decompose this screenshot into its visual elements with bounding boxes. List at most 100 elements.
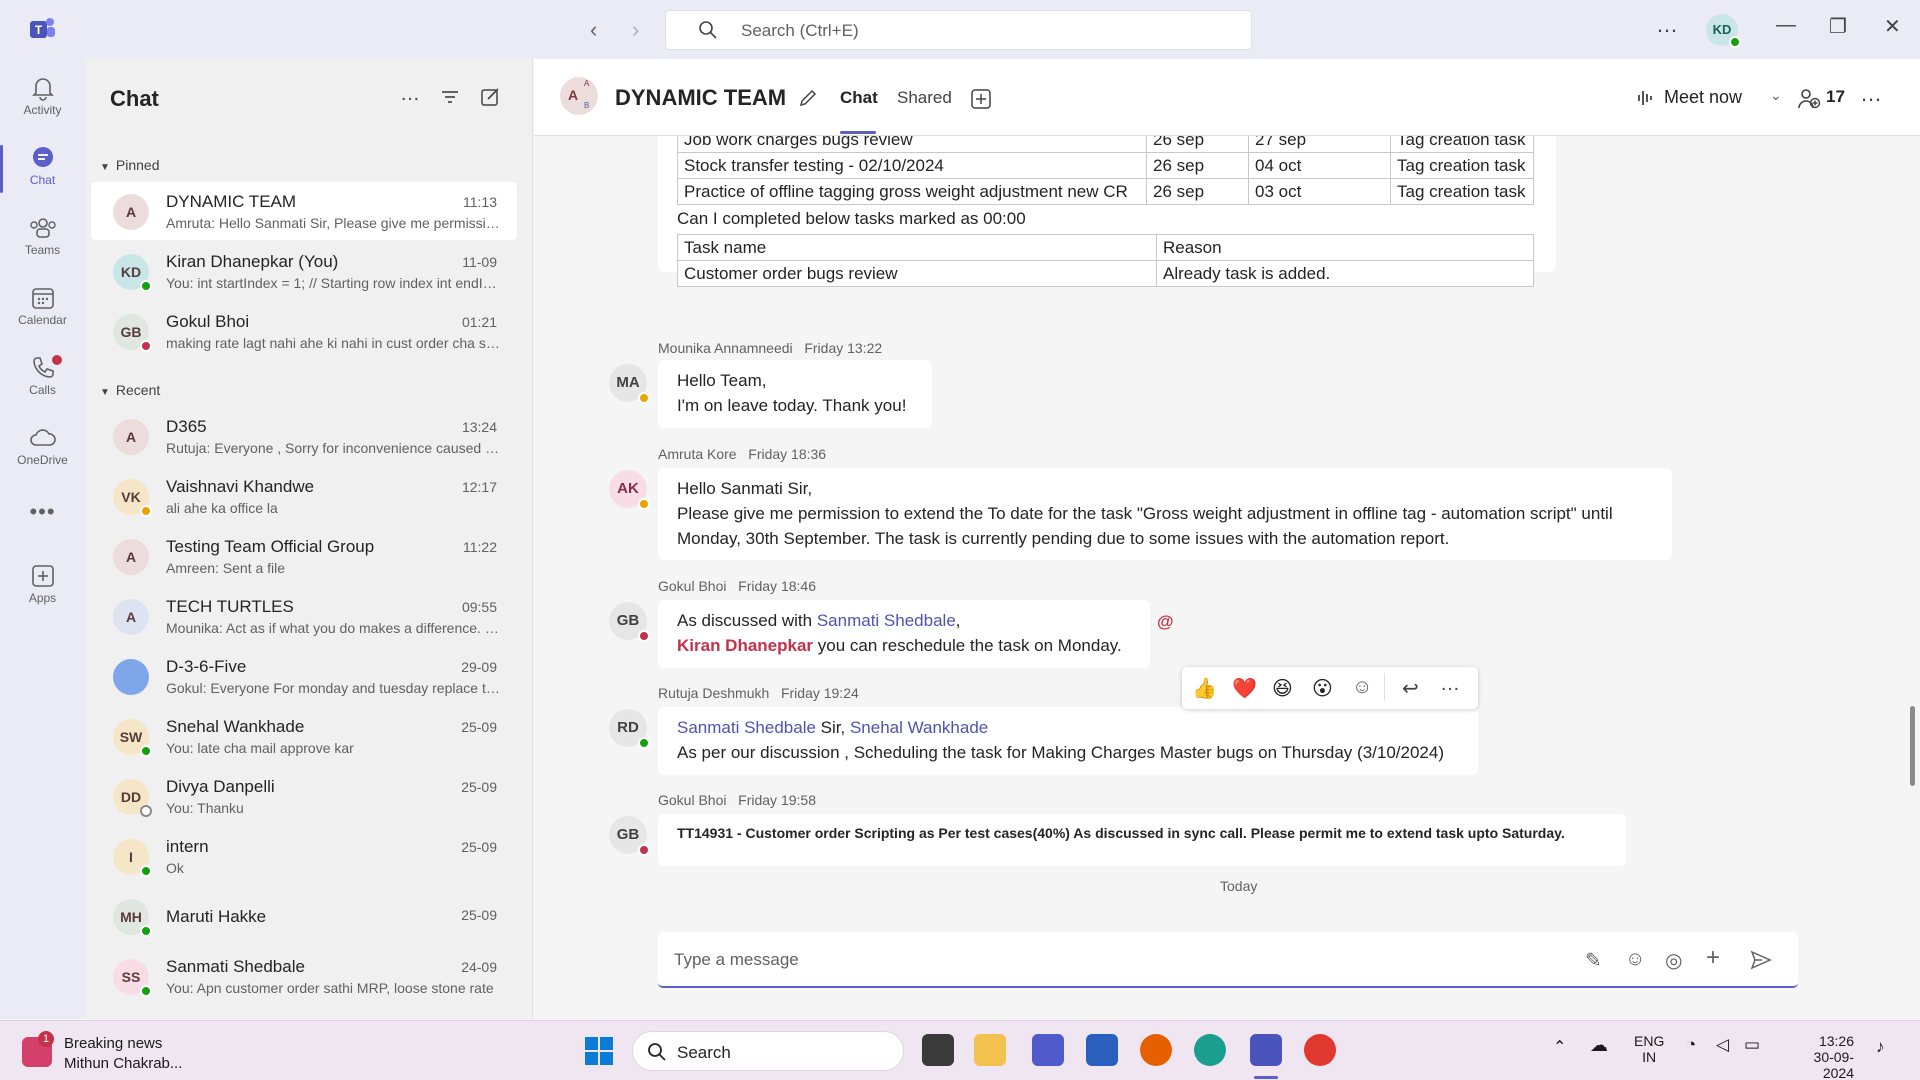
group-avatar[interactable]: A A B (560, 77, 598, 115)
message-bubble[interactable]: TT14931 - Customer order Scripting as Pe… (658, 814, 1626, 866)
rail-activity[interactable]: Activity (0, 67, 85, 131)
compose-box[interactable]: Type a message ✎ ☺ ◎ + (658, 932, 1798, 988)
mention-sanmati[interactable]: Sanmati Shedbale (817, 611, 956, 630)
table-cell: 27 sep (1248, 136, 1391, 153)
message-author[interactable]: Rutuja Deshmukh (658, 685, 769, 701)
more-icon: ••• (29, 499, 56, 524)
avatar[interactable]: RD (609, 709, 650, 749)
teams-logo-icon[interactable]: T (28, 16, 56, 42)
notification-bell-icon[interactable]: ♪ (1876, 1037, 1885, 1057)
rail-more-apps[interactable]: ••• (0, 487, 85, 551)
chat-options-icon[interactable]: … (400, 83, 420, 106)
rail-teams[interactable]: Teams (0, 207, 85, 271)
rail-onedrive[interactable]: OneDrive (0, 417, 85, 481)
forward-arrow-icon[interactable]: › (632, 17, 639, 43)
tab-chat[interactable]: Chat (840, 88, 878, 108)
store-icon[interactable] (1086, 1034, 1118, 1066)
chat-list-item[interactable]: KD Kiran Dhanepkar (You) 11-09 You: int sta… (91, 242, 517, 300)
rail-calls[interactable]: Calls (0, 347, 85, 411)
mention-snehal[interactable]: Snehal Wankhade (850, 718, 988, 737)
mention-kiran[interactable]: Kiran Dhanepkar (677, 636, 813, 655)
reply-icon[interactable]: ↩ (1402, 676, 1419, 701)
chat-list-item[interactable]: A Testing Team Official Group 11:22 Amreen:… (91, 527, 517, 585)
message-author[interactable]: Amruta Kore (658, 446, 737, 462)
message-bubble[interactable]: As discussed with Sanmati Shedbale, Kira… (658, 600, 1150, 668)
minimize-icon[interactable]: — (1776, 14, 1796, 37)
battery-icon[interactable]: ▭ (1744, 1035, 1760, 1055)
teams-app-icon[interactable] (1032, 1034, 1064, 1066)
message-bubble[interactable]: Hello Sanmati Sir, Please give me permis… (658, 468, 1672, 560)
avatar[interactable]: AK (609, 470, 650, 510)
teams-active-icon[interactable] (1250, 1034, 1282, 1066)
user-avatar[interactable]: KD (1706, 14, 1741, 48)
terminal-icon[interactable] (922, 1034, 954, 1066)
back-arrow-icon[interactable]: ‹ (590, 17, 597, 43)
chat-preview: Amreen: Sent a file (166, 560, 286, 576)
format-icon[interactable]: ✎ (1585, 948, 1602, 973)
chat-list-item[interactable]: Iintern 25-09 Ok (91, 827, 517, 885)
restore-icon[interactable]: ❐ (1829, 14, 1847, 39)
file-explorer-icon[interactable] (974, 1034, 1006, 1066)
filter-icon[interactable] (440, 87, 460, 107)
rail-calendar[interactable]: Calendar (0, 277, 85, 341)
participants-button[interactable]: 17 (1798, 79, 1858, 117)
clock[interactable]: 13:26 30-09-2024 (1788, 1033, 1854, 1080)
tab-shared[interactable]: Shared (897, 88, 952, 108)
rail-apps[interactable]: Apps (0, 555, 85, 619)
avatar[interactable]: GB (609, 816, 650, 856)
surprised-icon[interactable]: 😮 (1312, 676, 1333, 701)
chrome-icon[interactable] (1304, 1034, 1336, 1066)
message-author[interactable]: Gokul Bhoi (658, 792, 726, 808)
wifi-icon[interactable]: ◔ (1686, 1035, 1696, 1055)
rail-chat[interactable]: Chat (0, 137, 85, 201)
new-chat-icon[interactable] (480, 87, 500, 107)
chat-list-item[interactable]: VK Vaishnavi Khandwe 12:17 ali ahe ka offic… (91, 467, 517, 525)
chat-list-item[interactable]: A D365 13:24 Rutuja: Everyone , Sorry for i… (91, 407, 517, 465)
chat-list-item[interactable]: DD Divya Danpelli 25-09 You: Thanku (91, 767, 517, 825)
message-bubble[interactable]: Sanmati Shedbale Sir, Snehal Wankhade As… (658, 707, 1478, 775)
volume-icon[interactable]: ◁ (1716, 1035, 1729, 1055)
message-bubble[interactable]: Hello Team, I'm on leave today. Thank yo… (658, 360, 932, 428)
meet-now-label: Meet now (1664, 87, 1743, 107)
header-more-icon[interactable]: … (1860, 81, 1882, 107)
onedrive-tray-icon[interactable]: ☁ (1590, 1035, 1608, 1056)
message-more-icon[interactable]: … (1440, 673, 1460, 696)
message-author[interactable]: Gokul Bhoi (658, 578, 726, 594)
tray-chevron-icon[interactable]: ⌃ (1553, 1037, 1566, 1057)
add-tab-icon[interactable] (971, 89, 991, 109)
heart-icon[interactable]: ❤️ (1232, 676, 1257, 701)
mention-sanmati[interactable]: Sanmati Shedbale (677, 718, 816, 737)
windows-start-icon[interactable] (584, 1036, 614, 1066)
close-icon[interactable]: ✕ (1884, 14, 1901, 39)
send-icon[interactable] (1750, 950, 1772, 970)
chat-list-item[interactable]: SS Sanmati Shedbale 24-09 You: Apn customer… (91, 947, 517, 1005)
table-row: Task name Reason (677, 234, 1534, 261)
chat-list-item[interactable]: GB Gokul Bhoi 01:21 making rate lagt nahi a… (91, 302, 517, 360)
firefox-icon[interactable] (1140, 1034, 1172, 1066)
search-input[interactable]: Search (Ctrl+E) (665, 10, 1252, 50)
chevron-down-icon[interactable]: ⌄ (1770, 87, 1782, 104)
avatar: A (113, 539, 149, 575)
emoji-icon[interactable]: ☺ (1625, 948, 1645, 971)
recent-section-header[interactable]: ▼ Recent (100, 382, 160, 398)
chat-list-item[interactable]: SW Snehal Wankhade 25-09 You: late cha mail… (91, 707, 517, 765)
add-reaction-icon[interactable]: ☺ (1352, 676, 1372, 699)
attach-plus-icon[interactable]: + (1706, 944, 1720, 972)
loop-icon[interactable]: ◎ (1665, 948, 1682, 973)
laugh-icon[interactable]: 😆 (1272, 676, 1293, 701)
edit-pencil-icon[interactable] (798, 88, 818, 108)
scrollbar-thumb[interactable] (1910, 706, 1915, 786)
chat-list-item[interactable]: A TECH TURTLES 09:55 Mounika: Act as if wha… (91, 587, 517, 645)
chat-list-item[interactable]: MH Maruti Hakke 25-09 (91, 887, 517, 945)
edge-icon[interactable] (1194, 1034, 1226, 1066)
pinned-section-header[interactable]: ▼ Pinned (100, 157, 160, 173)
language-indicator[interactable]: ENG IN (1634, 1033, 1664, 1065)
chat-list-item[interactable]: D-3-6-Five 29-09 Gokul: Everyone For monda… (91, 647, 517, 705)
avatar[interactable]: GB (609, 602, 650, 642)
taskbar-search[interactable]: Search (632, 1031, 904, 1071)
more-options-icon[interactable]: … (1656, 12, 1679, 38)
chat-list-item[interactable]: A DYNAMIC TEAM 11:13 Amruta: Hello Sanmati … (91, 182, 517, 240)
thumbs-up-icon[interactable]: 👍 (1192, 676, 1217, 701)
avatar[interactable]: MA (609, 364, 650, 404)
message-author[interactable]: Mounika Annamneedi (658, 340, 793, 356)
